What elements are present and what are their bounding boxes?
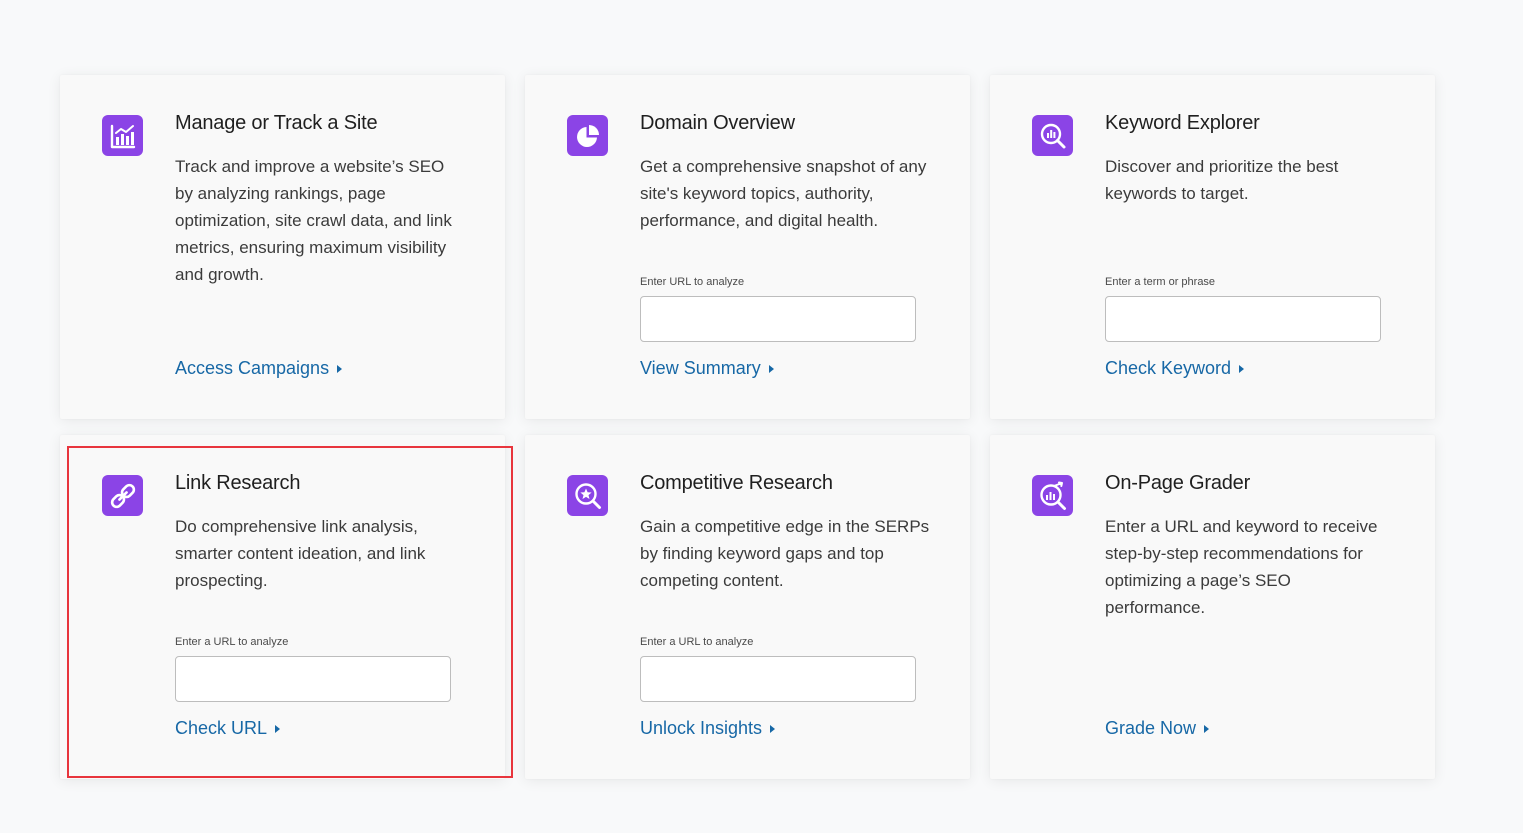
card-title: On-Page Grader	[1105, 472, 1251, 494]
card-link-research: Link Research Do comprehensive link anal…	[60, 435, 505, 779]
link-label: Grade Now	[1105, 718, 1197, 738]
caret-right-icon	[770, 724, 776, 733]
card-competitive-research: Competitive Research Gain a competitive …	[525, 435, 970, 779]
card-domain-overview: Domain Overview Get a comprehensive snap…	[525, 75, 970, 419]
field-label: Enter a term or phrase	[1105, 276, 1216, 288]
card-description: Track and improve a website’s SEO by ana…	[175, 157, 452, 284]
access-campaigns-link[interactable]: Access Campaigns	[175, 358, 343, 379]
card-description: Enter a URL and keyword to receive step-…	[1105, 517, 1378, 617]
card-title: Competitive Research	[640, 472, 833, 494]
link-url-input[interactable]	[175, 656, 451, 702]
tools-grid: Manage or Track a Site Track and improve…	[60, 75, 1435, 779]
link-icon	[102, 475, 143, 516]
caret-right-icon	[768, 364, 774, 373]
card-title: Link Research	[175, 472, 301, 494]
card-on-page-grader: On-Page Grader Enter a URL and keyword t…	[990, 435, 1435, 779]
grader-search-icon	[1032, 475, 1073, 516]
domain-url-input[interactable]	[640, 296, 916, 342]
link-label: Unlock Insights	[640, 718, 763, 738]
card-keyword-explorer: Keyword Explorer Discover and prioritize…	[990, 75, 1435, 419]
check-keyword-link[interactable]: Check Keyword	[1105, 358, 1245, 379]
caret-right-icon	[1239, 364, 1245, 373]
card-description: Gain a competitive edge in the SERPs by …	[640, 517, 930, 590]
link-label: Check Keyword	[1105, 358, 1232, 378]
card-title: Manage or Track a Site	[175, 112, 378, 134]
card-title: Domain Overview	[640, 112, 795, 134]
grade-now-link[interactable]: Grade Now	[1105, 718, 1210, 739]
card-description: Do comprehensive link analysis, smarter …	[175, 517, 426, 590]
check-url-link[interactable]: Check URL	[175, 718, 281, 739]
competitive-url-input[interactable]	[640, 656, 916, 702]
link-label: View Summary	[640, 358, 761, 378]
field-label: Enter URL to analyze	[640, 276, 745, 288]
caret-right-icon	[337, 364, 343, 373]
unlock-insights-link[interactable]: Unlock Insights	[640, 718, 776, 739]
pie-chart-icon	[567, 115, 608, 156]
card-manage-track-site: Manage or Track a Site Track and improve…	[60, 75, 505, 419]
star-search-icon	[567, 475, 608, 516]
magnify-chart-icon	[1032, 115, 1073, 156]
card-title: Keyword Explorer	[1105, 112, 1260, 134]
field-label: Enter a URL to analyze	[640, 636, 754, 648]
keyword-input[interactable]	[1105, 296, 1381, 342]
link-label: Access Campaigns	[175, 358, 330, 378]
card-description: Discover and prioritize the best keyword…	[1105, 157, 1339, 203]
caret-right-icon	[275, 724, 281, 733]
link-label: Check URL	[175, 718, 268, 738]
card-description: Get a comprehensive snapshot of any site…	[640, 157, 927, 230]
bar-chart-icon	[102, 115, 143, 156]
caret-right-icon	[1204, 724, 1210, 733]
view-summary-link[interactable]: View Summary	[640, 358, 774, 379]
field-label: Enter a URL to analyze	[175, 636, 289, 648]
